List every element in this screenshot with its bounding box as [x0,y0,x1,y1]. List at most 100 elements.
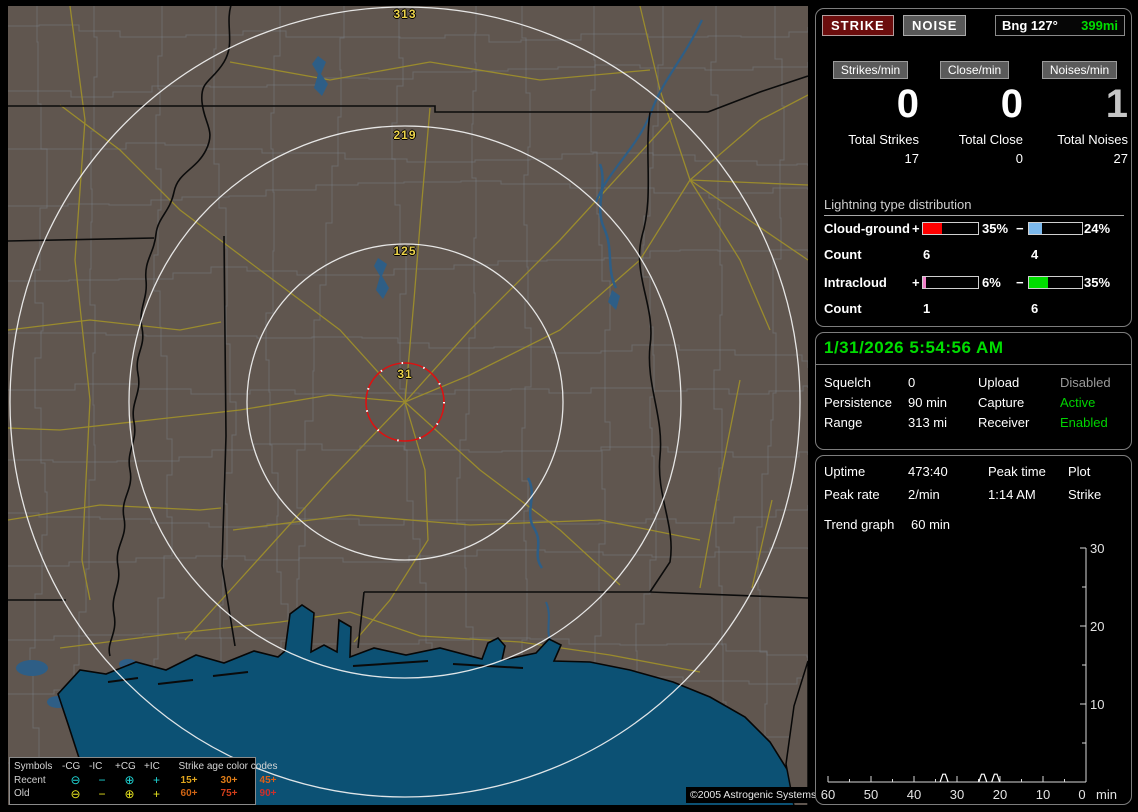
intracloud-label: Intracloud [824,275,887,290]
datetime-display: 1/31/2026 5:54:56 AM [824,338,1004,357]
cloud-ground-label: Cloud-ground [824,221,910,236]
neg-cg-recent-icon: ⊖ [70,773,81,788]
strikes-rate-value: 0 [896,82,919,126]
trend-data-peaks [939,773,1001,783]
minus-sign: − [1016,275,1024,290]
legend-pos-ic-header: +IC [144,761,160,773]
receiver-label: Receiver [978,415,1030,430]
upload-label: Upload [978,375,1020,390]
close-per-min-chip: Close/min [939,61,1010,79]
trend-graph-row: Trend graph 60 min [816,517,1133,534]
legend-old-label: Old [14,788,30,800]
ring-label-219: 219 [393,128,417,142]
plot-mode-value: Strike [1068,487,1102,502]
ic-negative-pct: 35% [1084,275,1111,290]
cg-positive-pct: 35% [982,221,1009,236]
strikes-counter: Strikes/min 0 Total Strikes 17 [822,61,919,171]
chart-axes [827,547,1087,783]
app-window: 313 219 125 31 Symbols -CG -IC +CG +IC S… [0,0,1138,812]
close-rate-value: 0 [1000,82,1023,126]
total-strikes-value: 17 [904,151,919,166]
copyright-label: ©2005 Astrogenic Systems [686,787,821,803]
count-label: Count [824,301,862,316]
ic-negative-count: 6 [1031,301,1039,316]
receiver-status: Enabled [1060,415,1108,430]
age-code-15: 15+ [180,774,198,786]
pos-cg-old-icon: ⊕ [124,786,135,801]
map-display[interactable]: 313 219 125 31 Symbols -CG -IC +CG +IC S… [8,6,821,805]
total-close-value: 0 [1015,151,1023,166]
y-tick-10: 10 [1090,697,1104,712]
range-label: Range [824,415,863,430]
separator [816,364,1131,365]
stats-row: Peak rate 2/min 1:14 AM Strike [816,487,1133,504]
legend-age-title: Strike age color codes [178,761,278,773]
total-close-label: Total Close [958,132,1023,147]
intracloud-count-row: Count 1 6 [816,301,1133,317]
x-tick-10: 10 [1036,787,1050,802]
legend-pos-cg-header: +CG [115,761,136,773]
trend-panel: Uptime 473:40 Peak time Plot Peak rate 2… [815,455,1132,805]
x-tick-60: 60 [821,787,835,802]
ic-negative-bar [1028,276,1083,289]
count-label: Count [824,247,862,262]
x-tick-0: 0 [1078,787,1085,802]
noises-per-min-chip: Noises/min [1041,61,1118,79]
ring-label-125: 125 [393,244,417,258]
legend-recent-label: Recent [14,774,46,786]
settings-row: Squelch 0 Upload Disabled [816,375,1133,392]
bearing-display: Bng 127° 399mi [995,15,1125,36]
legend-neg-cg-header: -CG [62,761,81,773]
age-code-90: 90+ [259,788,277,800]
peak-time-value: 1:14 AM [988,487,1036,502]
pos-ic-old-icon: + [152,786,160,801]
strikes-per-min-chip: Strikes/min [832,61,909,79]
pos-ic-recent-icon: + [152,773,160,788]
plus-sign: + [912,275,920,290]
noises-rate-value: 1 [1105,82,1128,126]
total-strikes-label: Total Strikes [848,132,919,147]
peak-time-label: Peak time [988,464,1046,479]
distance-value: 399mi [1081,18,1118,33]
trend-graph-span: 60 min [911,517,951,532]
cloud-ground-row: Cloud-ground + 35% − 24% [816,221,1133,237]
settings-row: Persistence 90 min Capture Active [816,395,1133,412]
plus-sign: + [912,221,920,236]
settings-row: Range 313 mi Receiver Enabled [816,415,1133,432]
age-code-30: 30+ [220,774,238,786]
intracloud-row: Intracloud + 6% − 35% [816,275,1133,291]
noises-counter: Noises/min 1 Total Noises 27 [1031,61,1128,171]
uptime-value: 473:40 [908,464,948,479]
ic-positive-count: 1 [923,301,931,316]
y-tick-20: 20 [1090,619,1104,634]
upload-status: Disabled [1060,375,1111,390]
strike-button[interactable]: STRIKE [822,15,894,36]
x-axis-unit: min [1096,787,1117,802]
distribution-heading: Lightning type distribution [824,197,1124,216]
x-tick-40: 40 [907,787,921,802]
peak-rate-value: 2/min [908,487,940,502]
cg-positive-count: 6 [923,247,931,262]
stats-row: Uptime 473:40 Peak time Plot [816,464,1133,481]
total-noises-label: Total Noises [1057,132,1128,147]
capture-status: Active [1060,395,1096,410]
neg-ic-old-icon: − [98,786,106,801]
bearing-value: Bng 127° [1002,18,1058,33]
trend-chart: 30 20 10 60 50 40 30 20 10 0 min [821,541,1117,802]
uptime-label: Uptime [824,464,866,479]
cg-negative-pct: 24% [1084,221,1111,236]
persistence-value: 90 min [908,395,948,410]
ring-label-313: 313 [393,7,417,21]
cloud-ground-count-row: Count 6 4 [816,247,1133,263]
age-code-45: 45+ [259,774,277,786]
strike-panel: STRIKE NOISE Bng 127° 399mi Strikes/min … [815,8,1132,327]
trend-graph-label: Trend graph [824,517,895,532]
age-code-75: 75+ [220,788,238,800]
noise-button[interactable]: NOISE [903,15,967,36]
neg-cg-old-icon: ⊖ [70,786,81,801]
pos-cg-recent-icon: ⊕ [124,773,135,788]
neg-ic-recent-icon: − [98,773,106,788]
clock-panel: 1/31/2026 5:54:56 AM Squelch 0 Upload Di… [815,332,1132,450]
legend-neg-ic-header: -IC [89,761,103,773]
capture-label: Capture [978,395,1025,410]
